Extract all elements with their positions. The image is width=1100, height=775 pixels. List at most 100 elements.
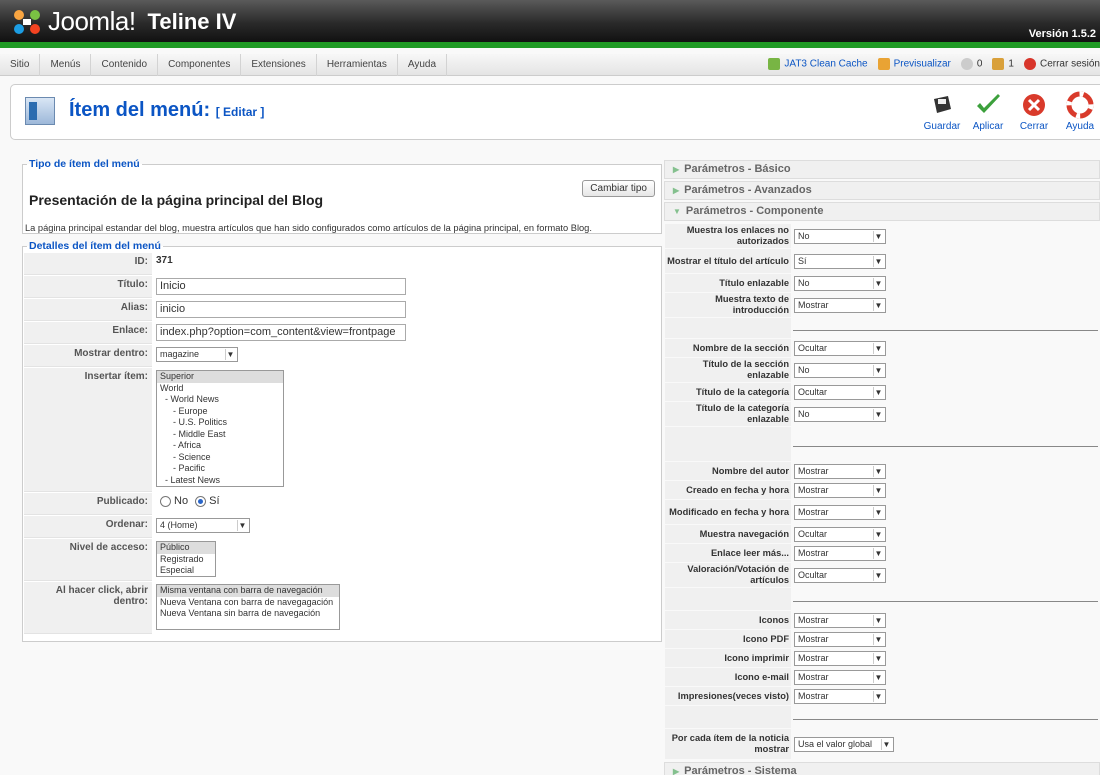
param-cell: No ▼ bbox=[792, 224, 1099, 248]
param-select-value: Mostrar bbox=[798, 652, 829, 663]
preview-link[interactable]: Previsualizar bbox=[877, 58, 951, 70]
logout-link[interactable]: Cerrar sesión bbox=[1023, 58, 1100, 70]
list-item[interactable]: - World News bbox=[157, 394, 283, 406]
list-item[interactable]: - Middle East bbox=[157, 429, 283, 441]
param-select-value: Ocultar bbox=[798, 386, 828, 397]
param-select[interactable]: Mostrar ▼ bbox=[794, 504, 886, 520]
param-select[interactable]: No ▼ bbox=[794, 228, 886, 244]
param-select[interactable]: Ocultar ▼ bbox=[794, 526, 886, 542]
change-type-button[interactable]: Cambiar tipo bbox=[582, 180, 655, 197]
close-button[interactable]: Cerrar bbox=[1013, 91, 1055, 132]
param-select[interactable]: Ocultar ▼ bbox=[794, 384, 886, 400]
list-item[interactable]: - Science bbox=[157, 452, 283, 464]
preview-label: Previsualizar bbox=[893, 58, 951, 70]
alias-input[interactable]: inicio bbox=[156, 301, 406, 318]
publicado-no-radio[interactable] bbox=[160, 495, 171, 507]
param-select-value: No bbox=[798, 408, 810, 419]
ordenar-select[interactable]: 4 (Home) ▼ bbox=[156, 518, 250, 533]
separator-line bbox=[793, 600, 1098, 602]
list-item[interactable]: Superior bbox=[157, 371, 283, 383]
users-link[interactable]: 1 bbox=[992, 58, 1014, 70]
clean-cache-label: JAT3 Clean Cache bbox=[784, 58, 868, 70]
menu-type-description: La página principal estandar del blog, m… bbox=[25, 223, 592, 233]
param-label: Enlace leer más... bbox=[665, 544, 791, 562]
param-select-value: Mostrar bbox=[798, 506, 829, 517]
menu-ayuda[interactable]: Ayuda bbox=[398, 54, 448, 76]
menu-item-icon bbox=[25, 97, 55, 125]
param-select[interactable]: Mostrar ▼ bbox=[794, 631, 886, 647]
param-select[interactable]: No ▼ bbox=[794, 275, 886, 291]
preview-icon bbox=[877, 58, 890, 70]
params-componente-header[interactable]: ▼ Parámetros - Componente bbox=[664, 202, 1100, 221]
titulo-input[interactable]: Inicio bbox=[156, 278, 406, 295]
list-item[interactable]: Especial bbox=[157, 565, 215, 576]
menu-herramientas[interactable]: Herramientas bbox=[317, 54, 398, 76]
list-item[interactable]: Registrado bbox=[157, 554, 215, 566]
param-label: Icono e-mail bbox=[665, 668, 791, 686]
list-item[interactable]: Público bbox=[157, 542, 215, 554]
param-select[interactable]: Usa el valor global ▼ bbox=[794, 736, 894, 752]
menu-componentes[interactable]: Componentes bbox=[158, 54, 242, 76]
publicado-si-radio[interactable] bbox=[195, 495, 207, 507]
param-select[interactable]: Mostrar ▼ bbox=[794, 463, 886, 479]
help-button[interactable]: Ayuda bbox=[1059, 91, 1100, 132]
save-button[interactable]: Guardar bbox=[921, 91, 963, 132]
params-sistema-header[interactable]: ▶ Parámetros - Sistema bbox=[664, 762, 1100, 775]
param-label: Nombre de la sección bbox=[665, 339, 791, 357]
joomla-logo-icon bbox=[14, 9, 40, 34]
param-select[interactable]: Mostrar ▼ bbox=[794, 297, 886, 313]
param-select[interactable]: Mostrar ▼ bbox=[794, 669, 886, 685]
param-select-value: Ocultar bbox=[798, 342, 828, 353]
app-header: Joomla! Teline IV Versión 1.5.2 bbox=[0, 0, 1100, 48]
param-select[interactable]: Sí ▼ bbox=[794, 253, 886, 269]
mostrar-select-value: magazine bbox=[160, 349, 200, 359]
details-fieldset: Detalles del ítem del menú ID: 371 Títul… bbox=[22, 240, 662, 642]
menu-contenido[interactable]: Contenido bbox=[91, 54, 159, 76]
menu-extensiones[interactable]: Extensiones bbox=[241, 54, 317, 76]
clean-cache-link[interactable]: JAT3 Clean Cache bbox=[768, 58, 868, 70]
list-item[interactable]: Nueva Ventana con barra de navegagación bbox=[157, 597, 339, 609]
chevron-down-icon: ▼ bbox=[873, 569, 883, 581]
click-listbox[interactable]: Misma ventana con barra de navegación Nu… bbox=[156, 584, 340, 630]
param-select[interactable]: Mostrar ▼ bbox=[794, 545, 886, 561]
param-select[interactable]: No ▼ bbox=[794, 406, 886, 422]
param-label: Título de la categoría bbox=[665, 383, 791, 401]
status-bar: JAT3 Clean Cache Previsualizar 0 1 Cerra… bbox=[768, 58, 1100, 70]
param-select[interactable]: Ocultar ▼ bbox=[794, 340, 886, 356]
mostrar-select[interactable]: magazine ▼ bbox=[156, 347, 238, 362]
messages-link[interactable]: 0 bbox=[960, 58, 982, 70]
list-item[interactable]: Nueva Ventana sin barra de navegación bbox=[157, 608, 339, 620]
apply-button[interactable]: Aplicar bbox=[967, 91, 1009, 132]
menu-menus[interactable]: Menús bbox=[40, 54, 92, 76]
param-select[interactable]: Ocultar ▼ bbox=[794, 567, 886, 583]
param-cell: Mostrar ▼ bbox=[792, 462, 1099, 480]
menu-sitio[interactable]: Sitio bbox=[0, 54, 41, 76]
list-item[interactable]: - Latest News bbox=[157, 475, 283, 487]
param-label: Título de la sección enlazable bbox=[665, 358, 791, 382]
details-legend: Detalles del ítem del menú bbox=[29, 240, 161, 252]
chevron-down-icon: ▼ bbox=[873, 277, 883, 289]
menu-type-title: Presentación de la página principal del … bbox=[29, 192, 324, 208]
ordenar-select-value: 4 (Home) bbox=[160, 520, 198, 530]
alias-label: Alias: bbox=[24, 299, 152, 321]
param-select[interactable]: Mostrar ▼ bbox=[794, 650, 886, 666]
param-select[interactable]: Mostrar ▼ bbox=[794, 482, 886, 498]
list-item[interactable]: - U.S. Politics bbox=[157, 417, 283, 429]
params-avanzados-header[interactable]: ▶ Parámetros - Avanzados bbox=[664, 181, 1100, 200]
param-select[interactable]: No ▼ bbox=[794, 362, 886, 378]
param-cell: Sí ▼ bbox=[792, 249, 1099, 273]
param-select[interactable]: Mostrar ▼ bbox=[794, 688, 886, 704]
list-item[interactable]: World bbox=[157, 383, 283, 395]
param-select[interactable]: Mostrar ▼ bbox=[794, 612, 886, 628]
click-label: Al hacer click, abrir dentro: bbox=[24, 582, 152, 634]
separator-line bbox=[793, 445, 1098, 447]
params-basico-header[interactable]: ▶ Parámetros - Básico bbox=[664, 160, 1100, 179]
nivel-listbox[interactable]: Público Registrado Especial bbox=[156, 541, 216, 577]
list-item[interactable]: - Europe bbox=[157, 406, 283, 418]
param-cell: Ocultar ▼ bbox=[792, 383, 1099, 401]
list-item[interactable]: - Africa bbox=[157, 440, 283, 452]
list-item[interactable]: Misma ventana con barra de navegación bbox=[157, 585, 339, 597]
enlace-input[interactable]: index.php?option=com_content&view=frontp… bbox=[156, 324, 406, 341]
list-item[interactable]: - Pacific bbox=[157, 463, 283, 475]
insertar-listbox[interactable]: Superior World - World News - Europe - U… bbox=[156, 370, 284, 487]
